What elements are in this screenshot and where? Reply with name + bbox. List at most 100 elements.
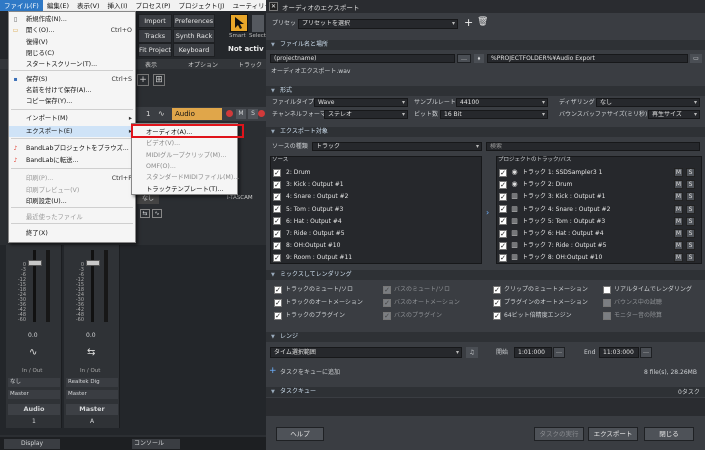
add-preset-icon[interactable]: + xyxy=(464,16,473,29)
menu-file[interactable]: ファイル(F) xyxy=(0,0,43,11)
start-time-input[interactable]: 1:01:000 xyxy=(514,347,552,358)
section-format[interactable]: ▼ 形式 xyxy=(266,86,705,96)
output-dropdown-audio[interactable]: Master xyxy=(8,390,60,399)
mix-option-checkbox[interactable]: ✓ xyxy=(383,299,391,307)
source-row[interactable]: 6: Hat : Output #4 xyxy=(286,216,342,227)
interleave-icon[interactable]: ⇆ xyxy=(87,347,95,358)
dest-checkbox[interactable]: ✓ xyxy=(499,229,507,238)
section-range[interactable]: ▼ レンジ xyxy=(266,332,705,342)
track-name[interactable]: Audio xyxy=(172,108,222,120)
search-input[interactable]: 検索 xyxy=(486,142,700,151)
strip-name-master[interactable]: Master xyxy=(66,404,118,415)
dest-row[interactable]: トラック 1: SSDSampler3 1 xyxy=(522,167,602,178)
filetype-dropdown[interactable]: Wave xyxy=(314,98,408,107)
option-menu[interactable]: オプション xyxy=(188,60,218,69)
file-menu-item[interactable]: 閉じる(C) xyxy=(9,48,135,59)
dest-checkbox[interactable]: ✓ xyxy=(499,168,507,177)
import-button[interactable]: Import xyxy=(138,14,172,28)
section-queue[interactable]: ▼ タスクキュー xyxy=(266,387,705,397)
file-menu-item[interactable]: 印刷(P)... Ctrl+P xyxy=(9,173,135,184)
source-row[interactable]: 5: Tom : Output #3 xyxy=(286,204,343,215)
record-arm-icon[interactable] xyxy=(258,110,265,117)
dest-row[interactable]: トラック 7: Ride : Output #5 xyxy=(522,240,606,251)
bitdepth-dropdown[interactable]: 16 Bit xyxy=(440,110,548,119)
mute-button[interactable]: M xyxy=(674,180,683,190)
filename-browse-button[interactable]: … xyxy=(457,54,471,63)
file-menu-item[interactable]: 復帰(V) xyxy=(9,37,135,48)
help-button[interactable]: ヘルプ xyxy=(276,427,324,441)
source-type-dropdown[interactable]: トラック xyxy=(312,142,482,151)
source-checkbox[interactable]: ✓ xyxy=(273,229,281,238)
solo-button[interactable]: S xyxy=(686,204,695,214)
file-menu-item[interactable]: エクスポート(E)▸ xyxy=(9,126,135,137)
mix-option-checkbox[interactable]: ✓ xyxy=(493,286,501,294)
mix-option-checkbox[interactable] xyxy=(603,312,611,320)
file-menu-item[interactable]: BandLabに転送... ♪ xyxy=(9,155,135,166)
dest-row[interactable]: トラック 5: Tom : Output #3 xyxy=(522,216,605,227)
input-dropdown-audio[interactable]: なし xyxy=(8,378,60,387)
input-dropdown-master[interactable]: Realtek Dig xyxy=(66,378,118,387)
mix-option-checkbox[interactable]: ✓ xyxy=(383,312,391,320)
solo-button[interactable]: S xyxy=(686,192,695,202)
keyboard-button[interactable]: Keyboard xyxy=(173,43,215,57)
tab-console[interactable]: コンソール xyxy=(132,439,180,449)
filename-input[interactable]: (projectname) xyxy=(270,54,455,63)
file-menu-item[interactable]: コピー保存(Y)... xyxy=(9,96,135,107)
export-button[interactable]: エクスポート xyxy=(588,427,638,441)
file-menu-item[interactable]: 新規作成(N)... ▯ xyxy=(9,14,135,25)
section-mix[interactable]: ▼ ミックスしてレンダリング xyxy=(266,270,705,280)
source-row[interactable]: 9: Room : Output #11 xyxy=(286,252,352,263)
file-menu-item[interactable]: スタートスクリーン(T)... xyxy=(9,59,135,70)
none-dropdown[interactable]: なし xyxy=(137,194,159,204)
mix-option-checkbox[interactable] xyxy=(603,299,611,307)
source-row[interactable]: 3: Kick : Output #1 xyxy=(286,179,344,190)
dest-row[interactable]: トラック 2: Drum xyxy=(522,179,572,190)
mute-button[interactable]: M xyxy=(674,192,683,202)
menu-insert[interactable]: 挿入(I) xyxy=(104,0,132,11)
add-task-label[interactable]: タスクをキューに追加 xyxy=(280,368,340,377)
menu-project[interactable]: プロジェクト(J) xyxy=(175,0,229,11)
mute-button[interactable]: M xyxy=(674,241,683,251)
dest-row[interactable]: トラック 6: Hat : Output #4 xyxy=(522,228,604,239)
menu-view[interactable]: 表示(V) xyxy=(73,0,104,11)
music-note-icon[interactable]: ♫ xyxy=(466,347,478,358)
add-folder-icon[interactable]: ⊞ xyxy=(153,74,165,86)
dest-row[interactable]: トラック 3: Kick : Output #1 xyxy=(522,191,605,202)
file-menu-item[interactable]: 名前を付けて保存(A)... xyxy=(9,85,135,96)
export-submenu-item[interactable]: トラックテンプレート(T)... xyxy=(132,184,237,195)
mix-option-checkbox[interactable]: ✓ xyxy=(383,286,391,294)
view-menu[interactable]: 表示 xyxy=(145,60,157,69)
dest-row[interactable]: トラック 4: Snare : Output #2 xyxy=(522,204,610,215)
export-submenu-item[interactable]: ビデオ(V)... xyxy=(132,138,237,149)
source-row[interactable]: 2: Drum xyxy=(286,167,310,178)
curve-icon[interactable]: ∿ xyxy=(152,209,162,218)
samplerate-dropdown[interactable]: 44100 xyxy=(456,98,548,107)
mix-option-checkbox[interactable]: ✓ xyxy=(493,299,501,307)
mute-button[interactable]: M xyxy=(236,109,246,119)
solo-button[interactable]: S xyxy=(686,253,695,263)
dest-checkbox[interactable]: ✓ xyxy=(499,217,507,226)
mute-button[interactable]: M xyxy=(674,216,683,226)
folder-icon[interactable]: ▭ xyxy=(690,54,702,63)
source-row[interactable]: 8: OH:Output #10 xyxy=(286,240,340,251)
file-menu-item[interactable]: 最近使ったファイル xyxy=(9,212,135,223)
export-submenu-item[interactable]: MIDIグループクリップ(M)... xyxy=(132,150,237,161)
dest-checkbox[interactable]: ✓ xyxy=(499,253,507,262)
tab-display[interactable]: Display xyxy=(4,439,60,449)
file-menu-item[interactable]: BandLabプロジェクトをブラウズ... ♪ xyxy=(9,143,135,154)
end-browse-button[interactable]: … xyxy=(640,347,652,358)
file-menu-item[interactable]: 終了(X) xyxy=(9,228,135,239)
dest-checkbox[interactable]: ✓ xyxy=(499,241,507,250)
solo-button[interactable]: S xyxy=(686,241,695,251)
mute-button[interactable]: M xyxy=(674,168,683,177)
solo-button[interactable]: S xyxy=(686,229,695,238)
dest-row[interactable]: トラック 8: OH:Output #10 xyxy=(522,252,602,263)
fx-icon[interactable]: ⇆ xyxy=(140,209,150,218)
solo-button[interactable]: S xyxy=(248,109,258,119)
add-track-icon[interactable]: + xyxy=(137,74,149,86)
source-row[interactable]: 7: Ride : Output #5 xyxy=(286,228,345,239)
dest-checkbox[interactable]: ✓ xyxy=(499,192,507,201)
export-submenu-item[interactable]: OMF(O)... xyxy=(132,161,237,172)
source-checkbox[interactable]: ✓ xyxy=(273,192,281,201)
source-checkbox[interactable]: ✓ xyxy=(273,253,281,262)
